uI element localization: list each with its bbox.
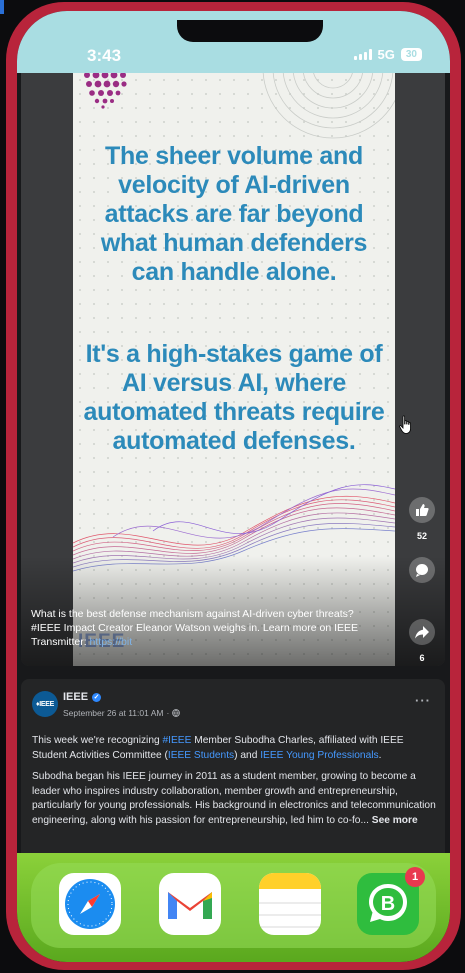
home-dock: B 1 [17, 853, 450, 962]
network-type: 5G [377, 47, 395, 62]
safari-app[interactable] [59, 873, 121, 935]
quote-line: automated defenses. [112, 427, 356, 455]
post-author[interactable]: IEEE ✓ [63, 691, 102, 703]
safari-icon [65, 879, 115, 929]
battery-icon: 30 [400, 48, 422, 61]
gmail-app[interactable] [159, 873, 221, 935]
comment-button[interactable] [409, 557, 435, 583]
quote-line: velocity of AI-driven [118, 171, 350, 199]
text-segment: ) and [234, 749, 261, 761]
caption-text: What is the best defense mechanism again… [31, 608, 359, 648]
comment-icon [416, 564, 428, 577]
signal-icon [353, 49, 372, 60]
hand-cursor-icon [399, 415, 411, 434]
status-bar: 3:43 5G 30 [17, 11, 450, 73]
quote-line: AI versus AI, where [121, 369, 347, 397]
quote-part-1: The sheer volume and velocity of AI-driv… [79, 142, 389, 287]
gmail-icon [168, 892, 212, 919]
feed-post[interactable]: ♦IEEE IEEE ✓ September 26 at 11:01 AM · … [21, 679, 445, 853]
concentric-arcs-graphic [262, 73, 395, 139]
whatsapp-business-icon: B [369, 884, 407, 922]
quote-line: It's a high-stakes game of [85, 340, 383, 368]
quote-line: The sheer volume and [105, 142, 363, 170]
share-arrow-icon [415, 626, 429, 639]
quote-line: attacks are far beyond [104, 200, 364, 228]
meta-separator: · [166, 708, 170, 718]
reel-caption[interactable]: What is the best defense mechanism again… [31, 607, 376, 649]
text-segment: This week we're recognizing [32, 735, 163, 746]
share-button[interactable] [409, 619, 435, 645]
dynamic-island [177, 20, 323, 42]
notes-app[interactable] [259, 873, 321, 935]
facebook-feed[interactable]: The sheer volume and velocity of AI-driv… [17, 73, 450, 853]
avatar[interactable]: ♦IEEE [32, 691, 58, 717]
screen-edge-marker [0, 0, 4, 14]
post-date[interactable]: September 26 at 11:01 AM [63, 708, 164, 718]
globe-icon [172, 709, 181, 717]
phone-frame: 3:43 5G 30 The sheer volume and velocity… [6, 2, 461, 970]
like-button[interactable] [409, 497, 435, 523]
svg-text:B: B [381, 893, 395, 915]
status-time: 3:43 [87, 46, 122, 65]
status-indicators: 5G 30 [353, 47, 422, 62]
author-name[interactable]: IEEE [63, 691, 88, 703]
post-paragraph-2: Subodha began his IEEE journey in 2011 a… [32, 770, 436, 828]
share-count: 6 [419, 653, 425, 663]
verified-badge-icon: ✓ [92, 692, 102, 702]
caption-link[interactable]: https://bit [90, 636, 133, 648]
quote-line: what human defenders [100, 229, 368, 257]
quote-part-2: It's a high-stakes game of AI versus AI,… [79, 340, 389, 456]
ieee-young-professionals-link[interactable]: IEEE Young Professionals [260, 750, 378, 761]
like-count: 52 [416, 531, 427, 541]
quote-line: automated threats require [83, 398, 385, 426]
phone-screen: 3:43 5G 30 The sheer volume and velocity… [17, 11, 450, 962]
quote-line: can handle alone. [131, 258, 337, 286]
ieee-students-link[interactable]: IEEE Students [168, 750, 234, 761]
see-more-link[interactable]: See more [372, 815, 418, 826]
hashtag-link[interactable]: #IEEE [162, 735, 191, 746]
text-segment: . [378, 749, 382, 761]
post-meta: September 26 at 11:01 AM · [63, 708, 181, 718]
reel-video[interactable]: The sheer volume and velocity of AI-driv… [21, 73, 445, 666]
whatsapp-business-app[interactable]: B 1 [357, 867, 425, 935]
notification-badge: 1 [405, 867, 425, 887]
more-options-button[interactable]: ··· [415, 693, 431, 708]
notes-icon [259, 873, 321, 928]
thumbs-up-icon [416, 504, 429, 516]
post-paragraph-1: This week we're recognizing #IEEE Member… [32, 734, 436, 763]
dotted-globe-graphic [84, 73, 127, 109]
